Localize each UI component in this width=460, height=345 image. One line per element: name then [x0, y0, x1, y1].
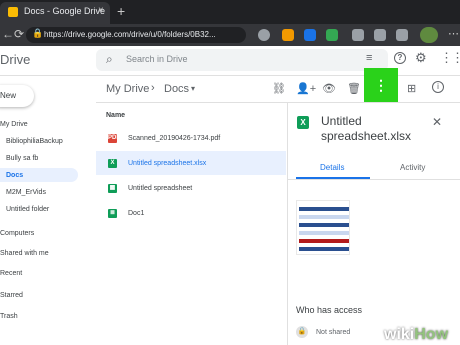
- sidebar-item-shared[interactable]: Shared with me: [0, 250, 49, 257]
- tab-close-icon[interactable]: ×: [98, 5, 104, 16]
- preview-row: [299, 239, 349, 243]
- divider: [288, 179, 460, 180]
- share-icon[interactable]: 👤+: [296, 82, 316, 95]
- table-row[interactable]: [96, 201, 286, 223]
- column-header-name[interactable]: Name: [106, 112, 125, 119]
- sidebar-item-trash[interactable]: Trash: [0, 313, 18, 320]
- get-link-icon[interactable]: ⛓: [272, 82, 286, 95]
- apps-grid-icon[interactable]: ⋮⋮⋮: [440, 50, 460, 66]
- refresh-icon[interactable]: ⟳: [14, 27, 24, 41]
- tab-details[interactable]: Details: [320, 163, 344, 172]
- gear-icon[interactable]: ⚙: [415, 50, 427, 66]
- extension-icon[interactable]: [282, 29, 294, 41]
- wikihow-watermark: wikiHow: [384, 326, 449, 343]
- breadcrumb-current[interactable]: Docs: [164, 83, 189, 95]
- preview-row: [299, 223, 349, 227]
- preview-row: [299, 207, 349, 211]
- back-icon[interactable]: ←: [2, 27, 14, 41]
- sheets-file-icon: ▦: [108, 184, 117, 193]
- sidebar-item-starred[interactable]: Starred: [0, 292, 23, 299]
- extension-icon[interactable]: [326, 29, 338, 41]
- lock-icon: 🔒: [32, 28, 44, 38]
- access-heading: Who has access: [296, 305, 363, 315]
- extension-icon[interactable]: [304, 29, 316, 41]
- more-actions-icon[interactable]: ⋮: [374, 74, 388, 96]
- file-name[interactable]: Untitled spreadsheet: [128, 185, 192, 192]
- app-title[interactable]: Drive: [0, 52, 30, 67]
- pdf-file-icon: PDF: [108, 134, 120, 143]
- breadcrumb-root[interactable]: My Drive: [106, 83, 149, 95]
- new-tab-icon[interactable]: +: [117, 3, 125, 19]
- search-options-icon[interactable]: ≡: [366, 52, 372, 64]
- sidebar-item-computers[interactable]: Computers: [0, 230, 34, 237]
- help-icon[interactable]: ?: [394, 52, 406, 64]
- file-name[interactable]: Doc1: [128, 210, 144, 217]
- divider: [287, 102, 288, 345]
- search-placeholder: Search in Drive: [126, 54, 188, 64]
- info-icon[interactable]: i: [432, 81, 444, 93]
- preview-row: [299, 231, 349, 235]
- extension-icon[interactable]: [258, 29, 270, 41]
- chevron-down-icon[interactable]: ▾: [191, 84, 195, 93]
- excel-file-icon: X: [108, 159, 117, 168]
- extension-icon[interactable]: [352, 29, 364, 41]
- tab-activity[interactable]: Activity: [400, 163, 425, 172]
- preview-row: [299, 247, 349, 251]
- file-name[interactable]: Untitled spreadsheet.xlsx: [128, 160, 206, 167]
- sidebar-item-folder[interactable]: BibliophiliaBackup: [6, 138, 63, 145]
- url-text[interactable]: https://drive.google.com/drive/u/0/folde…: [44, 30, 216, 39]
- divider: [96, 102, 460, 103]
- excel-file-icon: X: [297, 116, 309, 129]
- preview-row: [299, 215, 349, 219]
- breadcrumb-separator-icon: ›: [151, 82, 155, 94]
- browser-menu-icon[interactable]: ⋯: [448, 27, 459, 40]
- lock-icon: 🔒: [296, 326, 308, 338]
- sidebar-item-folder[interactable]: Bully sa fb: [6, 155, 38, 162]
- sharing-status: Not shared: [316, 329, 351, 336]
- sidebar-item-my-drive[interactable]: My Drive: [0, 121, 28, 128]
- drive-favicon-icon: [8, 7, 18, 17]
- trash-icon[interactable]: 🗑: [347, 82, 361, 95]
- file-name[interactable]: Scanned_20190426-1734.pdf: [128, 135, 220, 142]
- sheets-file-icon: ≣: [108, 209, 117, 218]
- search-icon[interactable]: ⌕: [106, 52, 113, 67]
- favorites-icon[interactable]: [374, 29, 386, 41]
- new-button[interactable]: New: [0, 85, 34, 107]
- sidebar-item-recent[interactable]: Recent: [0, 270, 22, 277]
- collections-icon[interactable]: [396, 29, 408, 41]
- grid-view-icon[interactable]: ⊞: [407, 82, 416, 95]
- sidebar-item-folder[interactable]: Untitled folder: [6, 206, 49, 213]
- close-icon[interactable]: ✕: [432, 115, 442, 129]
- details-title: Untitled spreadsheet.xlsx: [321, 114, 412, 143]
- file-preview-thumbnail[interactable]: [296, 200, 350, 255]
- sidebar-item-docs[interactable]: Docs: [6, 172, 23, 179]
- tab-title: Docs - Google Drive: [24, 6, 106, 16]
- profile-avatar[interactable]: [420, 27, 438, 43]
- preview-icon[interactable]: 👁: [322, 82, 336, 95]
- sidebar-item-folder[interactable]: M2M_ErVids: [6, 189, 46, 196]
